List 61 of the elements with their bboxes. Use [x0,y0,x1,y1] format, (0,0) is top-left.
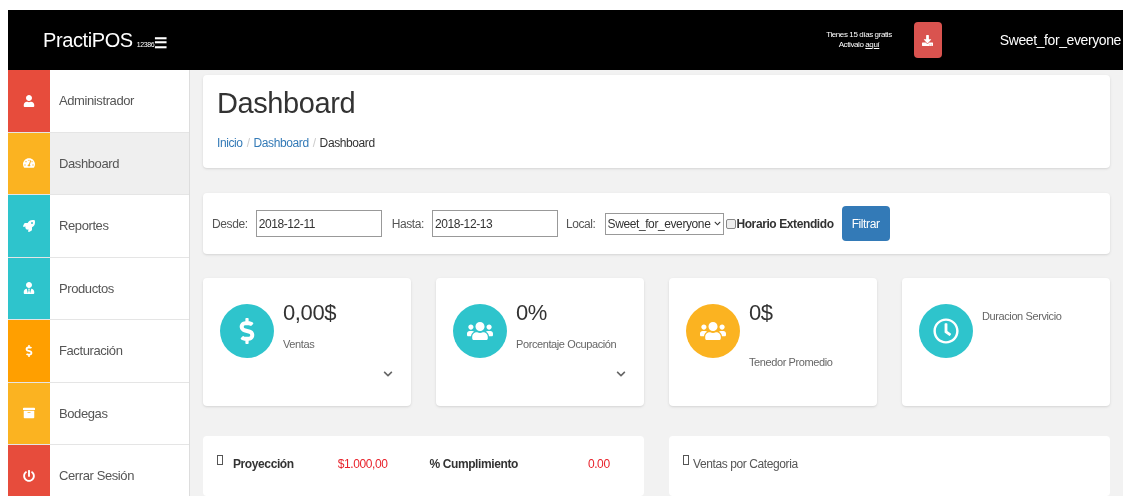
to-label: Hasta: [391,215,424,233]
local-select[interactable]: Sweet_for_everyone [604,212,725,235]
box-icon [23,407,35,420]
chevron-icon[interactable] [383,369,393,379]
compliance-value: 0.00 [587,456,610,473]
brand-name: PractiPOS [43,30,133,50]
sidebar-item[interactable]: Administrador [8,70,189,133]
stat-label: Ventas [283,337,316,352]
projection-value: $1.000,00 [337,456,388,473]
menu-icon[interactable]: ☰ [154,35,167,50]
user-icon [23,94,35,107]
stat-value: 0$ [749,302,774,324]
square-icon [217,455,223,465]
trial-text: Tienes 15 días gratis [826,30,892,40]
sidebar-item[interactable]: Dashboard [8,132,189,195]
breadcrumb-separator: / [246,135,250,152]
sidebar-label: Administrador [59,92,134,110]
breadcrumb-separator: / [312,135,316,152]
user-name[interactable]: Sweet_for_everyone [999,29,1123,51]
stat-value: 0% [516,302,548,324]
from-label: Desde: [212,215,248,233]
sidebar-label: Productos [59,279,114,298]
local-label: Local: [565,215,596,233]
sidebar-label: Cerrar Sesión [59,467,134,485]
sidebar-label: Dashboard [59,154,119,173]
extended-checkbox[interactable] [726,218,737,229]
activate-link[interactable]: aquí [865,40,880,49]
breadcrumb-link[interactable]: Dashboard [253,134,309,152]
gauge-icon [23,157,35,170]
rocket-icon [23,219,35,232]
stat-value: 0,00$ [283,302,337,324]
sidebar-item[interactable]: Reportes [8,195,189,258]
compliance-label: % Cumplimiento [429,456,518,473]
from-date-field[interactable]: 2018-12-11 [255,210,382,238]
breadcrumb-link[interactable]: Inicio [217,134,243,152]
sidebar-label: Reportes [59,217,109,235]
square-icon [683,455,689,465]
sidebar-label: Facturación [59,342,123,360]
caret-icon [714,220,722,228]
activate-text: Activalo aquí [838,40,880,50]
person-icon [23,282,35,295]
stat-label: Duracion Servicio [982,309,1062,324]
extended-label: Horario Extendido [736,215,834,233]
filter-button[interactable]: Filtrar [841,206,890,242]
download-icon [922,34,934,46]
page-title: Dashboard [217,89,357,118]
clock-icon [933,318,959,344]
download-button[interactable] [913,22,942,58]
stat-label: Porcentaje Ocupación [516,337,617,352]
chevron-icon[interactable] [616,369,626,379]
category-title: Ventas por Categoria [693,456,798,473]
breadcrumb-current: Dashboard [319,135,375,152]
stat-label: Tenedor Promedio [749,355,833,370]
power-icon [23,469,35,482]
sidebar-label: Bodegas [59,404,108,423]
sidebar-item[interactable]: Bodegas [8,382,189,445]
sidebar-item[interactable]: Productos [8,257,189,320]
to-date-field[interactable]: 2018-12-13 [431,210,558,238]
sidebar-item[interactable]: Facturación [8,320,189,383]
dollar-icon [23,344,35,357]
projection-label: Proyección [233,456,294,473]
